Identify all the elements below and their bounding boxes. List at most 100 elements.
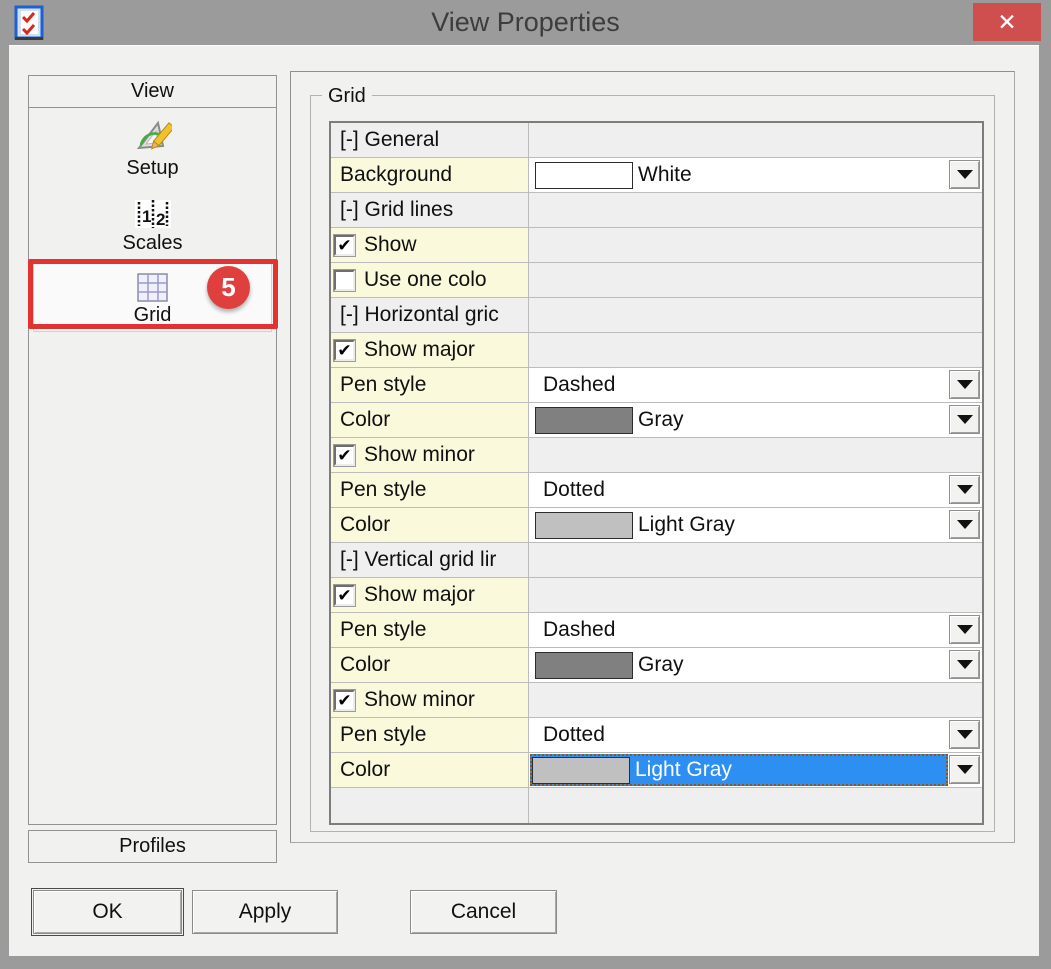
property-value-cell — [529, 438, 982, 472]
title-bar[interactable]: View Properties ✕ — [0, 0, 1051, 45]
sidebar-item-scales[interactable]: 1 2 Scales — [31, 192, 274, 255]
editor-area[interactable]: Gray — [531, 405, 946, 435]
property-row[interactable]: ✔Show major — [331, 578, 982, 613]
checkbox[interactable]: ✔ — [334, 445, 355, 466]
property-row[interactable]: ✔ Show minor — [331, 683, 982, 718]
cancel-button[interactable]: Cancel — [410, 890, 557, 934]
ok-button[interactable]: OK — [33, 890, 182, 934]
checkbox[interactable]: ✔ — [334, 235, 355, 256]
dropdown-button[interactable] — [949, 720, 980, 749]
color-swatch — [535, 652, 633, 679]
dropdown-button[interactable] — [949, 160, 980, 189]
badge-number: 5 — [221, 272, 235, 303]
svg-text:1: 1 — [142, 207, 151, 226]
chevron-down-icon — [957, 520, 973, 529]
property-row[interactable]: BackgroundWhite — [331, 158, 982, 193]
editor-area[interactable]: Dashed — [531, 370, 946, 400]
property-name-cell[interactable]: [-] Horizontal gric — [331, 298, 529, 332]
annotation-badge-5: 5 — [207, 266, 250, 309]
dropdown-button[interactable] — [949, 370, 980, 399]
property-row[interactable]: Color Light Gray — [331, 508, 982, 543]
property-label: Pen style — [340, 618, 426, 642]
property-name-cell[interactable]: [-] Vertical grid lir — [331, 543, 529, 577]
property-value-cell — [529, 543, 982, 577]
property-value-cell — [529, 123, 982, 157]
property-value-cell[interactable]: Light Gray — [529, 753, 982, 787]
property-value-cell[interactable]: Gray — [529, 648, 982, 682]
property-name-cell: Color — [331, 648, 529, 682]
apply-button[interactable]: Apply — [192, 890, 338, 934]
property-row[interactable]: ✔ Show major — [331, 333, 982, 368]
dropdown-button[interactable] — [949, 650, 980, 679]
checkbox[interactable]: ✔ — [334, 585, 355, 606]
property-value-cell[interactable]: Light Gray — [529, 508, 982, 542]
checkbox[interactable] — [334, 270, 355, 291]
property-name-cell: Color — [331, 508, 529, 542]
editor-area[interactable]: Light Gray — [530, 754, 948, 786]
property-value-cell[interactable]: Dotted — [529, 473, 982, 507]
close-button[interactable]: ✕ — [973, 3, 1041, 41]
value-text: Gray — [638, 653, 684, 677]
dropdown-button[interactable] — [949, 615, 980, 644]
checkbox[interactable]: ✔ — [334, 690, 355, 711]
dropdown-button[interactable] — [949, 405, 980, 434]
property-value-cell[interactable]: Dotted — [529, 718, 982, 752]
value-text: Dotted — [543, 723, 605, 747]
category-row[interactable]: [-] Grid lines — [331, 193, 982, 228]
editor-area[interactable]: White — [531, 160, 946, 190]
dropdown-button[interactable] — [949, 475, 980, 504]
category-row[interactable]: [-] Horizontal gric — [331, 298, 982, 333]
property-label: Color — [340, 758, 390, 782]
property-row[interactable]: Pen style Dashed — [331, 613, 982, 648]
property-row[interactable]: Pen styleDotted — [331, 718, 982, 753]
sidebar-item-label: Grid — [134, 304, 172, 327]
property-value-cell[interactable]: Gray — [529, 403, 982, 437]
chevron-down-icon — [957, 660, 973, 669]
property-name-cell: Background — [331, 158, 529, 192]
property-row[interactable]: ✔Show — [331, 228, 982, 263]
editor-area[interactable]: Light Gray — [531, 510, 946, 540]
drafting-setup-icon — [134, 117, 172, 155]
property-value-cell — [529, 333, 982, 367]
window-title: View Properties — [0, 0, 1051, 45]
property-value-cell — [529, 228, 982, 262]
editor-area[interactable]: Dotted — [531, 720, 946, 750]
property-value-cell[interactable]: Dashed — [529, 613, 982, 647]
property-row[interactable] — [331, 788, 982, 823]
editor-area[interactable]: Dashed — [531, 615, 946, 645]
editor-area[interactable]: Gray — [531, 650, 946, 680]
property-value-cell — [529, 578, 982, 612]
property-name-cell[interactable]: [-] General — [331, 123, 529, 157]
property-row[interactable]: Color Gray — [331, 648, 982, 683]
chevron-down-icon — [957, 625, 973, 634]
editor-area[interactable]: Dotted — [531, 475, 946, 505]
property-value-cell[interactable]: White — [529, 158, 982, 192]
property-label: Show major — [364, 338, 475, 362]
property-label: Color — [340, 653, 390, 677]
category-row[interactable]: [-] General — [331, 123, 982, 158]
sidebar-header-view[interactable]: View — [28, 75, 277, 108]
property-row[interactable]: Pen styleDashed — [331, 368, 982, 403]
cancel-button-label: Cancel — [451, 900, 516, 924]
property-value-cell[interactable]: Dashed — [529, 368, 982, 402]
property-row[interactable]: Pen styleDotted — [331, 473, 982, 508]
property-grid: [-] GeneralBackgroundWhite[-] Grid lines… — [329, 121, 984, 825]
property-row[interactable]: ColorGray — [331, 403, 982, 438]
property-name-cell: Use one colo — [331, 263, 529, 297]
property-row[interactable]: ✔Show minor — [331, 438, 982, 473]
dropdown-button[interactable] — [949, 755, 980, 784]
checkbox[interactable]: ✔ — [334, 340, 355, 361]
property-row[interactable]: Color Light Gray — [331, 753, 982, 788]
sidebar-footer-profiles[interactable]: Profiles — [28, 830, 277, 863]
property-row[interactable]: Use one colo — [331, 263, 982, 298]
property-label: Show minor — [364, 688, 475, 712]
chevron-down-icon — [957, 380, 973, 389]
property-name-cell[interactable]: [-] Grid lines — [331, 193, 529, 227]
property-label: Use one colo — [364, 268, 487, 292]
value-text: Light Gray — [638, 513, 735, 537]
category-row[interactable]: [-] Vertical grid lir — [331, 543, 982, 578]
sidebar-item-setup[interactable]: Setup — [31, 117, 274, 180]
svg-text:2: 2 — [156, 210, 165, 229]
property-value-cell — [529, 683, 982, 717]
dropdown-button[interactable] — [949, 510, 980, 539]
